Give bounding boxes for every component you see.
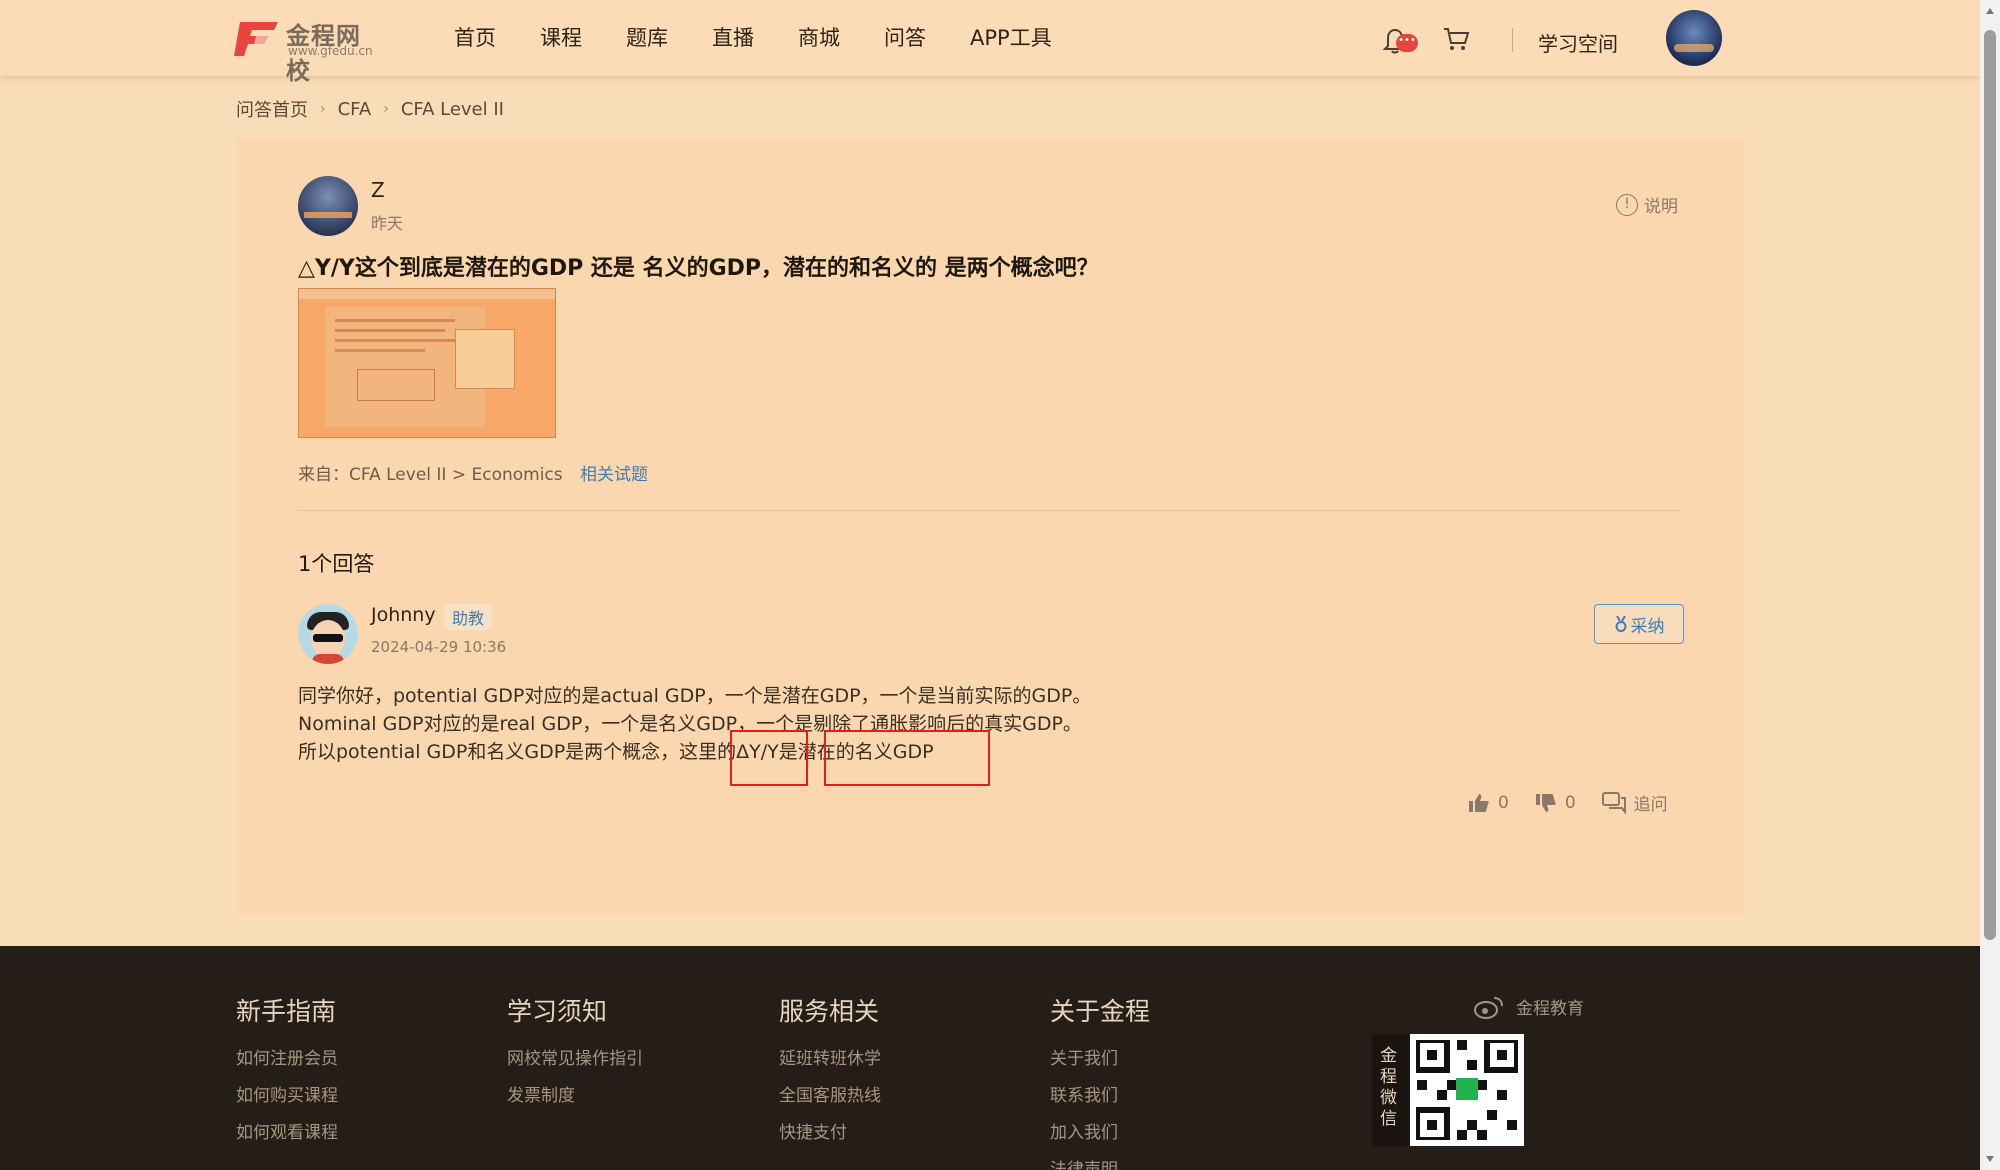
cart-icon[interactable]: [1442, 26, 1470, 52]
related-questions-link[interactable]: 相关试题: [580, 460, 648, 485]
footer-column-about: 关于金程 关于我们 联系我们 加入我们 法律声明: [1050, 992, 1150, 1170]
footer-column-services: 服务相关 延班转班休学 全国客服热线 快捷支付: [779, 992, 881, 1155]
nav-mall[interactable]: 商城: [798, 22, 840, 52]
footer-link[interactable]: 延班转班休学: [779, 1044, 881, 1069]
like-count: 0: [1498, 792, 1509, 813]
notification-badge: •••: [1396, 34, 1418, 52]
scroll-up-arrow-icon[interactable]: [1986, 8, 1994, 14]
followup-button[interactable]: 追问: [1601, 790, 1668, 815]
footer-link[interactable]: 发票制度: [507, 1081, 643, 1106]
answers-count: 1个回答: [298, 552, 375, 576]
explain-label: 说明: [1644, 197, 1678, 217]
thumbnail-table: [357, 369, 435, 401]
footer-link[interactable]: 如何注册会员: [236, 1044, 338, 1069]
question-author-name[interactable]: Z: [371, 178, 385, 202]
footer-link[interactable]: 关于我们: [1050, 1044, 1150, 1069]
dislike-button[interactable]: 0: [1535, 793, 1576, 813]
site-logo[interactable]: 金程网校 www.gfedu.cn: [234, 14, 384, 85]
logo-mark-icon: [234, 22, 278, 56]
footer-column-beginner-guide: 新手指南 如何注册会员 如何购买课程 如何观看课程: [236, 992, 338, 1155]
footer-link[interactable]: 如何观看课程: [236, 1118, 338, 1143]
site-footer: 新手指南 如何注册会员 如何购买课程 如何观看课程 学习须知 网校常见操作指引 …: [0, 946, 1980, 1170]
question-time: 昨天: [371, 214, 404, 233]
footer-column-title: 学习须知: [507, 997, 608, 1026]
section-divider: [298, 510, 1682, 511]
thumbs-down-icon: [1535, 793, 1556, 812]
qr-center-logo: [1456, 1078, 1478, 1100]
footer-link[interactable]: 如何购买课程: [236, 1081, 338, 1106]
answer-author-name[interactable]: Johnny: [371, 604, 436, 626]
breadcrumb: 问答首页 › CFA › CFA Level II: [236, 96, 504, 122]
question-title: △Y/Y这个到底是潜在的GDP 还是 名义的GDP，潜在的和名义的 是两个概念吧…: [298, 256, 1099, 281]
thumbnail-topbar: [299, 289, 555, 299]
medal-icon: [1615, 616, 1626, 632]
thumbnail-line: [335, 329, 445, 332]
footer-link[interactable]: 全国客服热线: [779, 1081, 881, 1106]
adopt-label: 采纳: [1630, 616, 1665, 637]
weibo-icon: [1474, 996, 1503, 1019]
answer-actions: 0 0 追问: [1468, 790, 1668, 815]
main-nav: 首页 课程 题库 直播 商城 问答 APP工具: [454, 22, 1052, 52]
highlight-box: [730, 730, 808, 786]
highlight-box: [824, 730, 990, 786]
wechat-qr-code: [1410, 1034, 1524, 1146]
footer-link[interactable]: 快捷支付: [779, 1118, 881, 1143]
thumbs-up-icon: [1469, 793, 1489, 812]
answer-time: 2024-04-29 10:36: [371, 638, 507, 656]
weibo-label: 金程教育: [1516, 999, 1584, 1019]
footer-column-title: 服务相关: [779, 997, 880, 1026]
user-avatar[interactable]: [1666, 10, 1722, 66]
breadcrumb-qa-home[interactable]: 问答首页: [236, 96, 308, 122]
wechat-label: 金程微信: [1380, 1046, 1397, 1129]
scroll-down-arrow-icon[interactable]: [1986, 1156, 1994, 1162]
scrollbar-thumb[interactable]: [1984, 30, 1996, 940]
breadcrumb-separator: ›: [383, 101, 389, 117]
footer-link[interactable]: 网校常见操作指引: [507, 1044, 643, 1069]
question-author-avatar[interactable]: [298, 176, 358, 236]
breadcrumb-separator: ›: [320, 101, 326, 117]
footer-link[interactable]: 加入我们: [1050, 1118, 1150, 1143]
weibo-link[interactable]: 金程教育: [1474, 994, 1584, 1019]
nav-app-tools[interactable]: APP工具: [970, 22, 1052, 52]
logo-url: www.gfedu.cn: [288, 44, 373, 58]
thumbnail-line: [335, 319, 455, 322]
comment-icon: [1601, 791, 1626, 814]
question-screenshot-thumbnail[interactable]: [298, 288, 556, 438]
followup-label: 追问: [1633, 795, 1668, 815]
study-space-link[interactable]: 学习空间: [1538, 28, 1618, 57]
top-header: 金程网校 www.gfedu.cn 首页 课程 题库 直播 商城 问答 APP工…: [0, 0, 1980, 85]
like-button[interactable]: 0: [1468, 793, 1509, 813]
dislike-count: 0: [1564, 792, 1576, 813]
wechat-qr-block: 金程微信: [1372, 1034, 1524, 1146]
thumbnail-line: [335, 339, 455, 342]
footer-column-title: 新手指南: [236, 997, 337, 1026]
footer-column-study-notes: 学习须知 网校常见操作指引 发票制度: [507, 992, 643, 1118]
breadcrumb-cfa[interactable]: CFA: [338, 99, 372, 120]
nav-question-bank[interactable]: 题库: [626, 22, 668, 52]
question-card: Z 昨天 ! 说明 △Y/Y这个到底是潜在的GDP 还是 名义的GDP，潜在的和…: [236, 138, 1744, 914]
thumbnail-line: [335, 349, 425, 352]
footer-link[interactable]: 法律声明: [1050, 1155, 1150, 1170]
question-source: 来自：CFA Level II > Economics: [298, 465, 563, 485]
teaching-assistant-badge: 助教: [444, 604, 493, 630]
page-scrollbar[interactable]: [1980, 0, 2000, 1170]
thumbnail-sidebar: [455, 329, 515, 389]
nav-courses[interactable]: 课程: [540, 22, 582, 52]
answer-author-avatar[interactable]: [298, 604, 358, 664]
explain-link[interactable]: ! 说明: [1616, 192, 1678, 217]
breadcrumb-cfa-level-2[interactable]: CFA Level II: [401, 99, 504, 120]
footer-column-title: 关于金程: [1050, 997, 1151, 1026]
answer-line: 同学你好，potential GDP对应的是actual GDP，一个是潜在GD…: [298, 685, 1092, 707]
nav-qa[interactable]: 问答: [884, 22, 926, 52]
footer-link[interactable]: 联系我们: [1050, 1081, 1150, 1106]
header-divider: [1512, 28, 1513, 52]
nav-home[interactable]: 首页: [454, 22, 496, 52]
info-icon: !: [1616, 193, 1638, 216]
nav-live[interactable]: 直播: [712, 22, 754, 52]
adopt-answer-button[interactable]: 采纳: [1594, 604, 1684, 644]
